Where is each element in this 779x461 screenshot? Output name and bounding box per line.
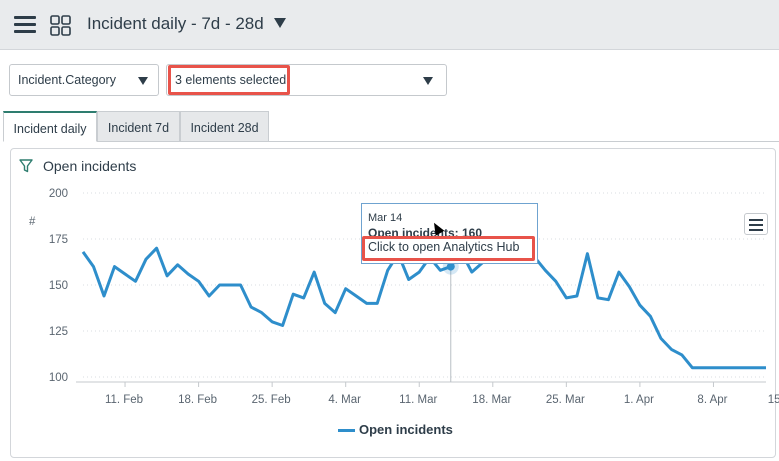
highlight-analytics-link <box>362 236 535 261</box>
x-tick-label: 18. Mar <box>472 394 511 406</box>
y-tick-label: 175 <box>49 234 68 246</box>
legend-label[interactable]: Open incidents <box>359 422 453 437</box>
x-tick-label: 25. Mar <box>546 394 585 406</box>
tooltip-date: Mar 14 <box>368 212 403 224</box>
x-tick-label: 4. Mar <box>328 394 361 406</box>
x-tick-label: 1. Apr <box>624 394 654 406</box>
y-tick-label: 150 <box>49 280 68 292</box>
y-tick-label: 125 <box>49 326 68 338</box>
y-tick-label: 200 <box>49 188 68 200</box>
x-tick-label: 15. Apr <box>768 394 779 406</box>
x-tick-label: 8. Apr <box>697 394 727 406</box>
chart-menu-icon[interactable] <box>744 213 768 235</box>
legend-swatch <box>338 429 355 432</box>
series-line-open-incidents <box>81 246 766 370</box>
y-axis-unit: # <box>29 216 36 228</box>
x-tick-label: 25. Feb <box>252 394 291 406</box>
x-tick-label: 18. Feb <box>178 394 217 406</box>
x-tick-label: 11. Mar <box>399 394 437 406</box>
x-tick-label: 11. Feb <box>105 394 143 406</box>
y-tick-label: 100 <box>49 372 68 384</box>
